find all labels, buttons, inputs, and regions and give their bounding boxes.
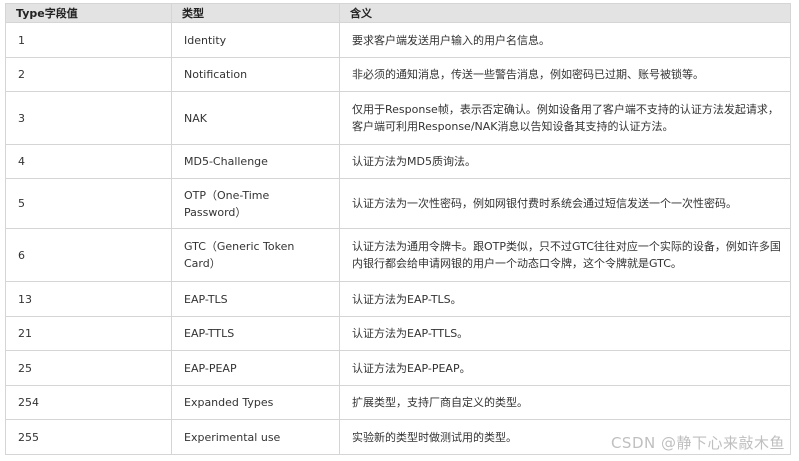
eap-type-table: Type字段值 类型 含义 1 Identity 要求客户端发送用户输入的用户名…: [5, 3, 791, 455]
cell-meaning: 认证方法为EAP-TTLS。: [339, 316, 791, 351]
table-row: 4 MD5-Challenge 认证方法为MD5质询法。: [5, 144, 791, 179]
cell-type-name: Notification: [171, 57, 340, 92]
header-meaning: 含义: [339, 3, 791, 23]
cell-type-value: 4: [5, 144, 172, 179]
table-header-row: Type字段值 类型 含义: [5, 3, 791, 23]
cell-meaning: 要求客户端发送用户输入的用户名信息。: [339, 22, 791, 58]
cell-type-value: 254: [5, 385, 172, 420]
csdn-watermark: CSDN @静下心来敲木鱼: [610, 434, 785, 452]
cell-meaning: 认证方法为通用令牌卡。跟OTP类似，只不过GTC往往对应一个实际的设备，例如许多…: [339, 228, 791, 282]
table-row: 254 Expanded Types 扩展类型，支持厂商自定义的类型。: [5, 385, 791, 420]
cell-meaning: 非必须的通知消息，传送一些警告消息，例如密码已过期、账号被锁等。: [339, 57, 791, 92]
table-row: 6 GTC（Generic Token Card） 认证方法为通用令牌卡。跟OT…: [5, 228, 791, 282]
cell-type-name: EAP-PEAP: [171, 350, 340, 386]
cell-type-name: Identity: [171, 22, 340, 58]
cell-meaning: 认证方法为一次性密码，例如网银付费时系统会通过短信发送一个一次性密码。: [339, 178, 791, 229]
cell-meaning: 认证方法为MD5质询法。: [339, 144, 791, 179]
cell-type-value: 2: [5, 57, 172, 92]
table-row: 5 OTP（One-Time Password） 认证方法为一次性密码，例如网银…: [5, 178, 791, 229]
cell-type-name: Experimental use: [171, 419, 340, 455]
header-type-name: 类型: [171, 3, 340, 23]
cell-type-name: MD5-Challenge: [171, 144, 340, 179]
cell-type-name: EAP-TTLS: [171, 316, 340, 351]
header-type-value: Type字段值: [5, 3, 172, 23]
cell-type-value: 3: [5, 91, 172, 145]
cell-meaning: 扩展类型，支持厂商自定义的类型。: [339, 385, 791, 420]
cell-meaning: 仅用于Response帧，表示否定确认。例如设备用了客户端不支持的认证方法发起请…: [339, 91, 791, 145]
cell-type-value: 25: [5, 350, 172, 386]
cell-type-name: GTC（Generic Token Card）: [171, 228, 340, 282]
cell-type-value: 1: [5, 22, 172, 58]
cell-type-value: 255: [5, 419, 172, 455]
cell-meaning: 认证方法为EAP-PEAP。: [339, 350, 791, 386]
table-row: 21 EAP-TTLS 认证方法为EAP-TTLS。: [5, 316, 791, 351]
cell-type-name: Expanded Types: [171, 385, 340, 420]
cell-type-name: OTP（One-Time Password）: [171, 178, 340, 229]
table-row: 13 EAP-TLS 认证方法为EAP-TLS。: [5, 281, 791, 317]
cell-type-value: 6: [5, 228, 172, 282]
table-row: 25 EAP-PEAP 认证方法为EAP-PEAP。: [5, 350, 791, 386]
cell-type-value: 13: [5, 281, 172, 317]
cell-type-name: EAP-TLS: [171, 281, 340, 317]
table-row: 1 Identity 要求客户端发送用户输入的用户名信息。: [5, 22, 791, 58]
cell-type-name: NAK: [171, 91, 340, 145]
cell-type-value: 21: [5, 316, 172, 351]
table-row: 3 NAK 仅用于Response帧，表示否定确认。例如设备用了客户端不支持的认…: [5, 91, 791, 145]
cell-meaning: 认证方法为EAP-TLS。: [339, 281, 791, 317]
table-row: 2 Notification 非必须的通知消息，传送一些警告消息，例如密码已过期…: [5, 57, 791, 92]
cell-type-value: 5: [5, 178, 172, 229]
